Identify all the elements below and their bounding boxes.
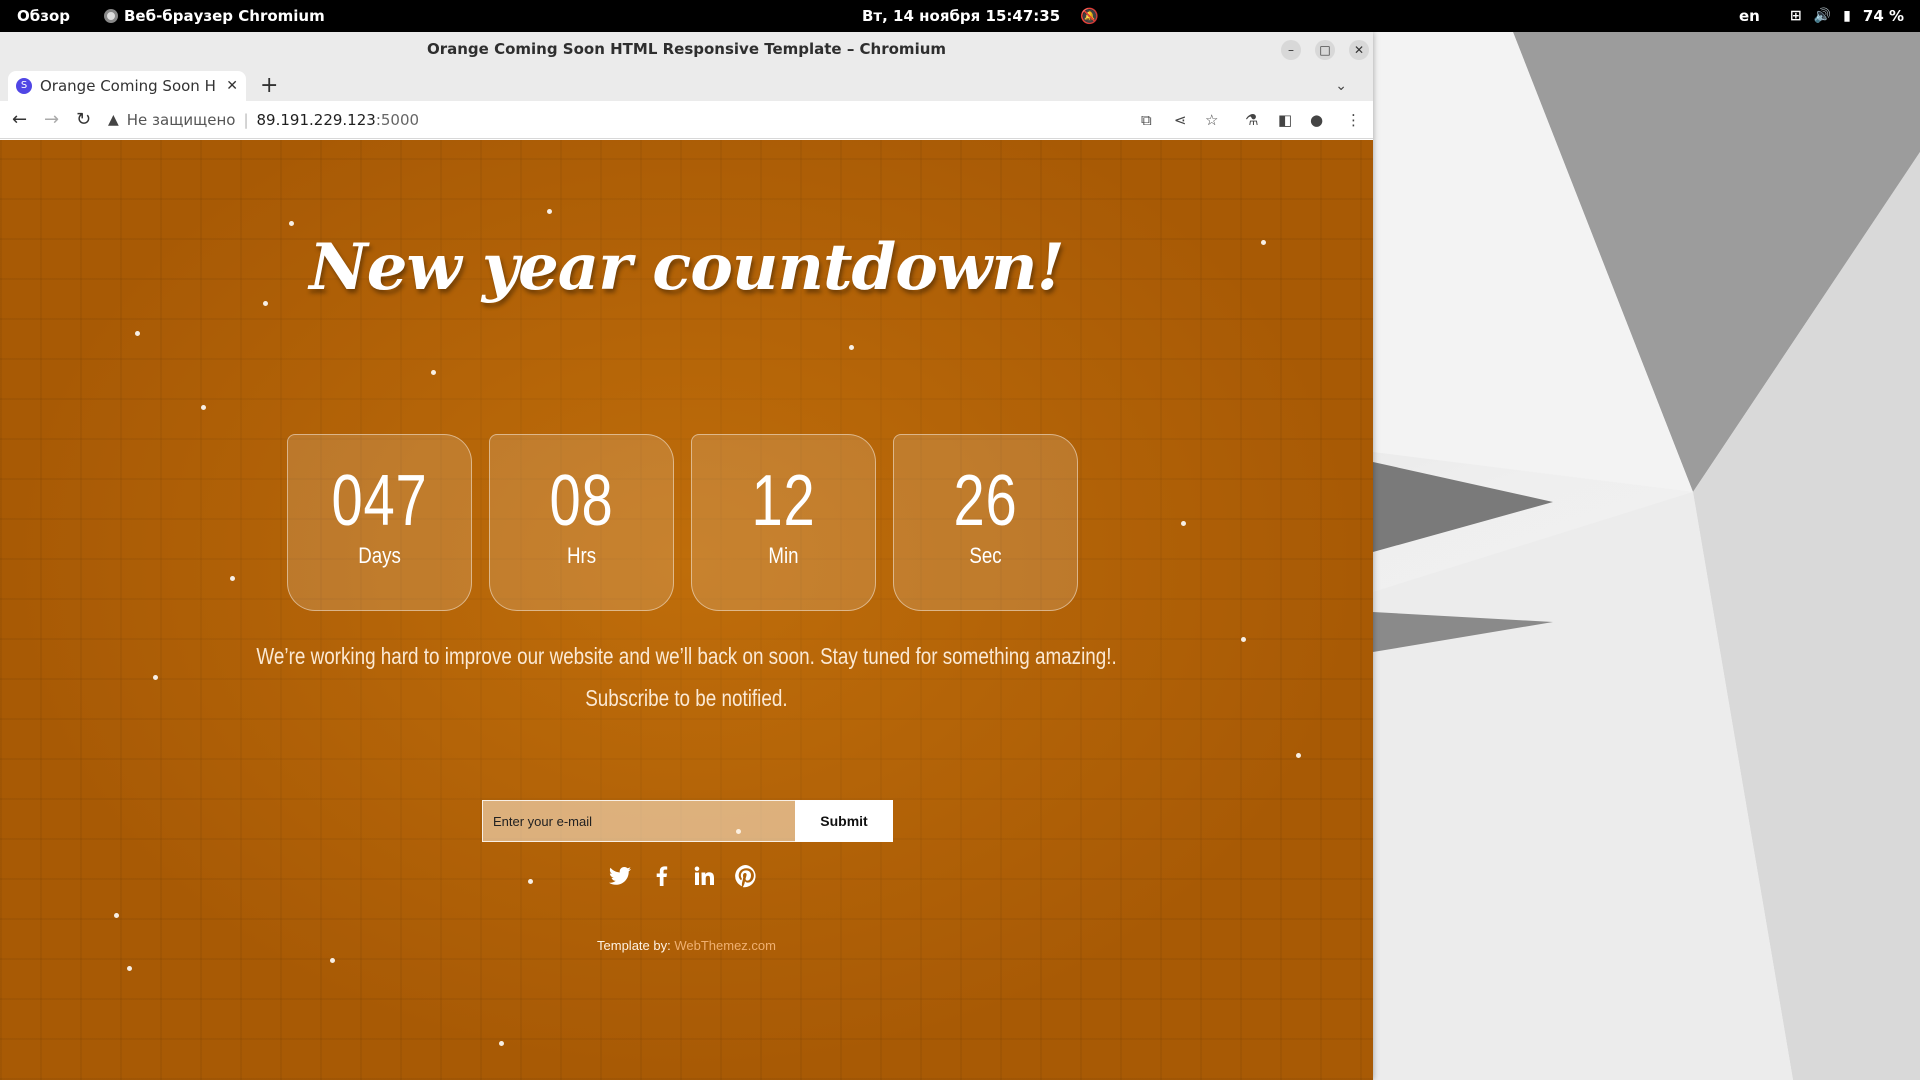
snow-particle xyxy=(127,966,132,971)
page-headline: New year countdown! xyxy=(309,230,1064,305)
minimize-button[interactable]: – xyxy=(1281,40,1301,60)
side-panel-icon[interactable]: ◧ xyxy=(1278,109,1292,131)
countdown-seconds: 26 Sec xyxy=(893,434,1078,611)
linkedin-icon[interactable] xyxy=(692,864,716,888)
message-line-2: Subscribe to be notified. xyxy=(585,685,788,711)
translate-icon[interactable]: ⧉ xyxy=(1141,109,1152,131)
chromium-icon xyxy=(104,9,118,23)
countdown-value: 08 xyxy=(549,461,614,541)
not-secure-warning-icon: ▲ xyxy=(108,112,119,128)
social-links xyxy=(608,864,758,888)
pinterest-icon[interactable] xyxy=(734,864,758,888)
reload-button[interactable]: ↻ xyxy=(76,109,91,131)
snow-particle xyxy=(1296,753,1301,758)
snow-particle xyxy=(1181,521,1186,526)
forward-button[interactable]: → xyxy=(44,109,59,131)
network-icon: ⊞ xyxy=(1790,8,1802,24)
back-button[interactable]: ← xyxy=(12,109,27,131)
twitter-icon[interactable] xyxy=(608,864,632,888)
snow-particle xyxy=(849,345,854,350)
snow-particle xyxy=(330,958,335,963)
app-name: Веб-браузер Chromium xyxy=(124,7,325,25)
tab-search-chevron-icon[interactable]: ⌄ xyxy=(1335,73,1347,99)
system-top-bar: Обзор Веб-браузер Chromium Вт, 14 ноября… xyxy=(0,0,1920,32)
coming-soon-page: New year countdown! 047 Days 08 Hrs 12 M… xyxy=(0,140,1373,1080)
keyboard-layout-indicator[interactable]: en xyxy=(1739,0,1760,32)
battery-icon: ▮ xyxy=(1843,8,1851,24)
profile-avatar-icon[interactable]: ● xyxy=(1310,109,1323,131)
countdown-value: 12 xyxy=(751,461,816,541)
browser-toolbar: ← → ↻ ▲ Не защищено | 89.191.229.123 :50… xyxy=(0,101,1373,139)
countdown-value: 047 xyxy=(331,461,428,541)
countdown-unit: Min xyxy=(768,543,799,568)
tab-active[interactable]: S Orange Coming Soon H ✕ xyxy=(8,71,246,101)
close-window-button[interactable]: ✕ xyxy=(1349,40,1369,60)
browser-window: Orange Coming Soon HTML Responsive Templ… xyxy=(0,32,1373,1080)
url-port: :5000 xyxy=(375,111,420,129)
facebook-icon[interactable] xyxy=(650,864,674,888)
snow-particle xyxy=(230,576,235,581)
address-bar[interactable]: ▲ Не защищено | 89.191.229.123 :5000 xyxy=(108,105,1118,135)
countdown-timer: 047 Days 08 Hrs 12 Min 26 Sec xyxy=(287,434,1078,611)
credit-link[interactable]: WebThemez.com xyxy=(674,938,776,953)
url-host: 89.191.229.123 xyxy=(256,111,376,129)
snow-particle xyxy=(431,370,436,375)
activities-button[interactable]: Обзор xyxy=(17,0,70,32)
subscribe-form: Submit xyxy=(482,800,893,842)
tab-favicon: S xyxy=(16,78,32,94)
snow-particle xyxy=(135,331,140,336)
tab-title: Orange Coming Soon H xyxy=(40,77,216,95)
battery-percent: 74 % xyxy=(1862,7,1905,25)
countdown-hours: 08 Hrs xyxy=(489,434,674,611)
new-tab-button[interactable]: + xyxy=(260,73,278,99)
clock[interactable]: Вт, 14 ноября 15:47:35 🔕 xyxy=(862,0,1099,32)
snow-particle xyxy=(114,913,119,918)
countdown-unit: Days xyxy=(358,543,401,568)
snow-particle xyxy=(547,209,552,214)
countdown-unit: Sec xyxy=(969,543,1002,568)
share-icon[interactable]: ⋖ xyxy=(1174,109,1187,131)
address-separator: | xyxy=(243,111,249,129)
volume-icon: 🔊 xyxy=(1813,8,1832,24)
snow-particle xyxy=(289,221,294,226)
info-message: We’re working hard to improve our websit… xyxy=(0,635,1373,719)
bookmark-star-icon[interactable]: ☆ xyxy=(1205,109,1218,131)
email-input[interactable] xyxy=(482,800,795,842)
tab-close-icon[interactable]: ✕ xyxy=(226,78,238,94)
notifications-off-icon: 🔕 xyxy=(1080,7,1099,25)
window-title: Orange Coming Soon HTML Responsive Templ… xyxy=(426,40,947,58)
window-titlebar[interactable]: Orange Coming Soon HTML Responsive Templ… xyxy=(0,32,1373,67)
app-menu[interactable]: Веб-браузер Chromium xyxy=(104,0,325,32)
kebab-menu-icon[interactable]: ⋮ xyxy=(1346,109,1361,131)
submit-button[interactable]: Submit xyxy=(795,800,893,842)
system-tray[interactable]: ⊞ 🔊 ▮ 74 % xyxy=(1790,0,1904,32)
snow-particle xyxy=(528,879,533,884)
countdown-minutes: 12 Min xyxy=(691,434,876,611)
maximize-button[interactable]: □ xyxy=(1315,40,1335,60)
credit-prefix: Template by: xyxy=(597,938,671,953)
countdown-value: 26 xyxy=(953,461,1018,541)
wallpaper-shapes xyxy=(1373,32,1920,1080)
security-label: Не защищено xyxy=(126,111,236,129)
countdown-unit: Hrs xyxy=(566,543,597,568)
message-line-1: We’re working hard to improve our websit… xyxy=(256,643,1117,669)
clock-datetime: Вт, 14 ноября 15:47:35 xyxy=(862,7,1061,25)
countdown-days: 047 Days xyxy=(287,434,472,611)
snow-particle xyxy=(201,405,206,410)
footer-credit: Template by: WebThemez.com xyxy=(0,938,1373,953)
snow-particle xyxy=(499,1041,504,1046)
desktop-wallpaper xyxy=(1373,32,1920,1080)
extension-flask-icon[interactable]: ⚗ xyxy=(1245,109,1258,131)
tab-strip: S Orange Coming Soon H ✕ + ⌄ xyxy=(0,67,1373,101)
